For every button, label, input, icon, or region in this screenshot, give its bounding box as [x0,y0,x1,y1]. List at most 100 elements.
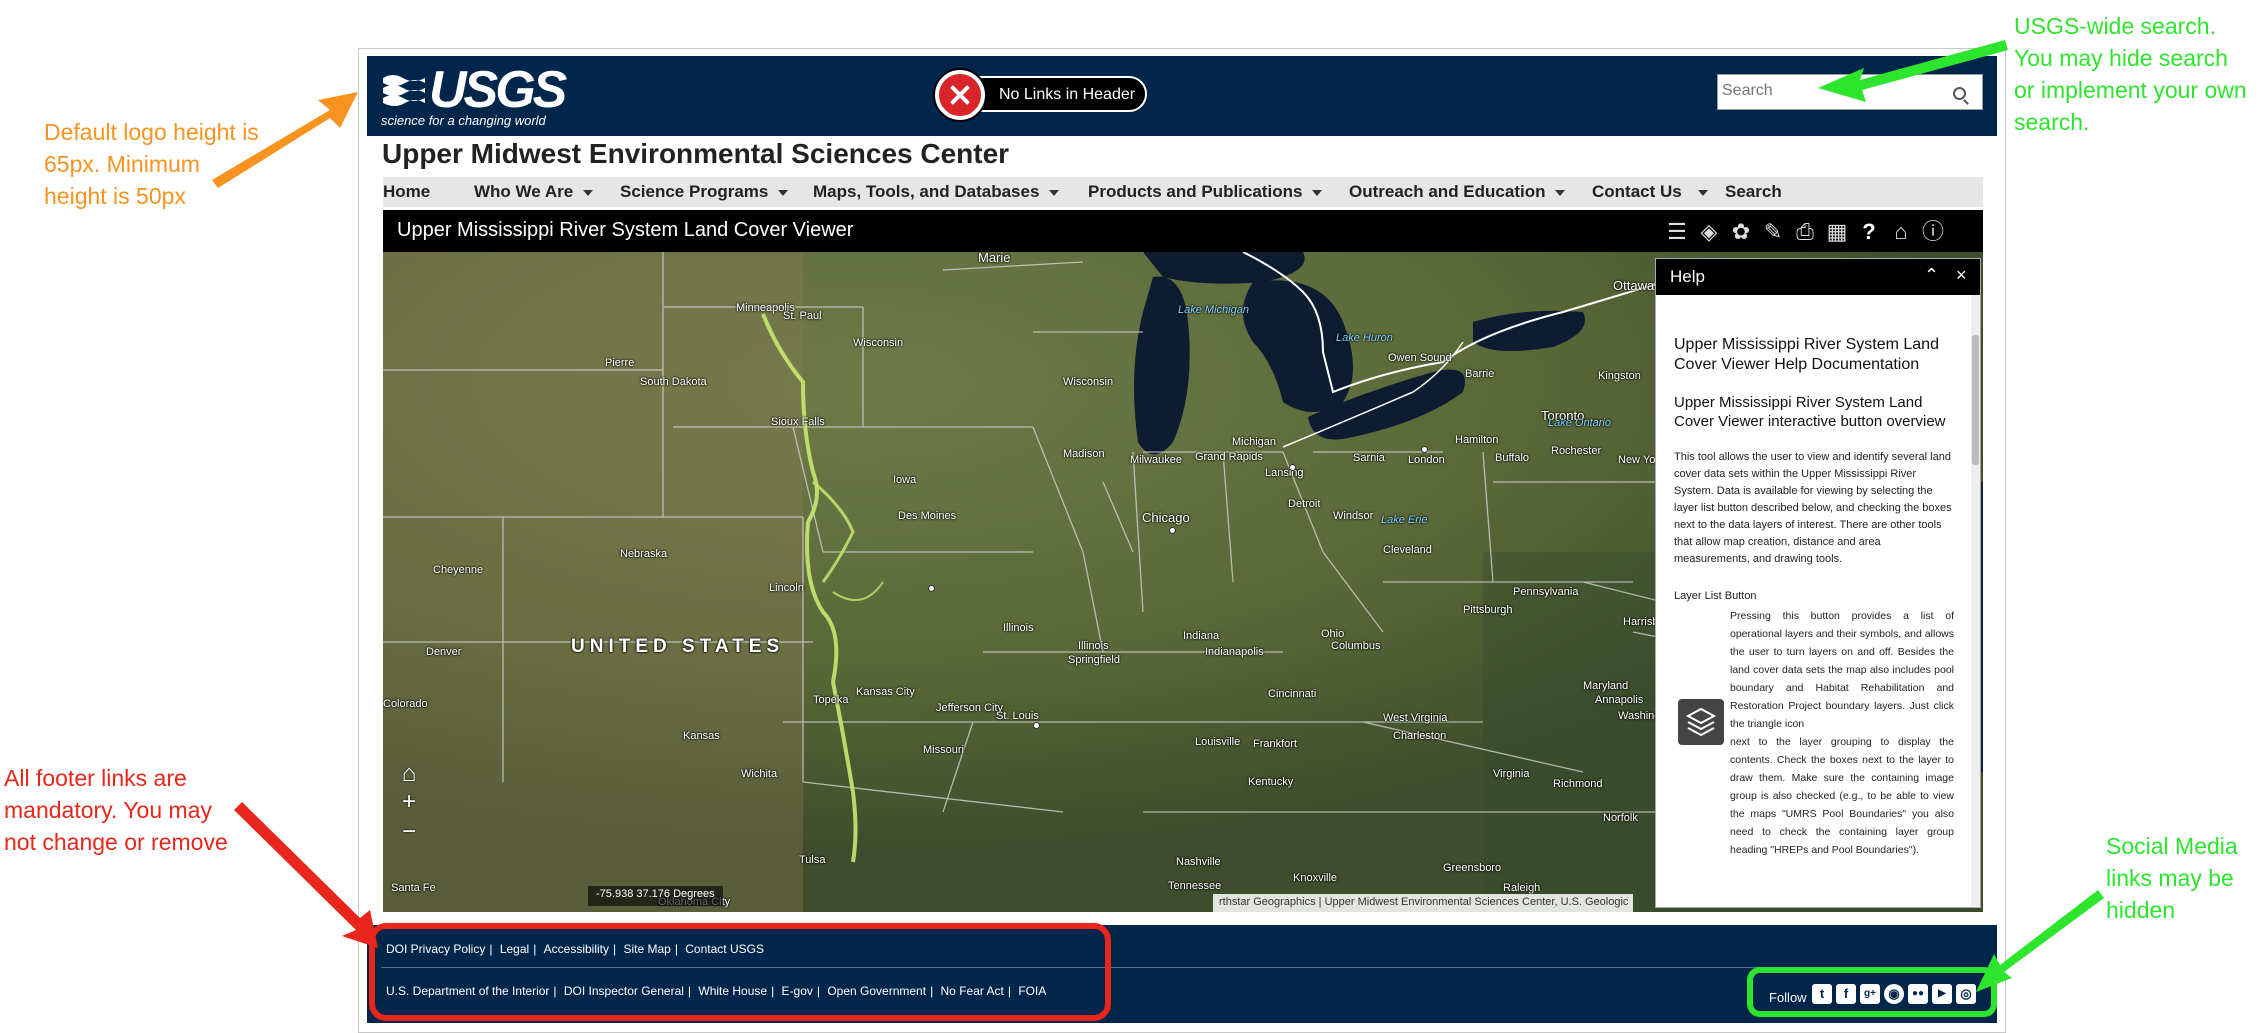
home-icon[interactable]: ⌂ [397,760,421,788]
help-content: Upper Mississippi River System Land Cove… [1656,295,1972,907]
place-label: Windsor [1333,510,1374,522]
footer-link[interactable]: Accessibility [544,942,609,956]
close-icon[interactable]: × [1956,265,1967,286]
place-label: Michigan [1232,436,1277,448]
footer-link[interactable]: E-gov [782,984,813,998]
place-label: Jefferson City [936,702,1004,714]
flickr-icon[interactable]: ●● [1908,984,1928,1004]
place-label: South Dakota [640,376,707,388]
nav-outreach[interactable]: Outreach and Education [1349,182,1566,202]
place-label: Illinois [1078,640,1109,652]
nav-products[interactable]: Products and Publications [1088,182,1323,202]
layers-icon[interactable]: ◈ [1695,218,1723,246]
note-line: search. [2014,109,2090,135]
place-label: Frankfort [1253,738,1298,750]
info-icon[interactable]: ⓘ [1919,218,1947,246]
footer-link[interactable]: DOI Inspector General [564,984,684,998]
place-label: Columbus [1331,640,1381,652]
place-label: Missouri [923,744,964,756]
place-label: London [1408,454,1445,466]
instagram-icon[interactable]: ◎ [1956,984,1976,1004]
nav-search[interactable]: Search [1725,182,1782,202]
place-label: Nebraska [620,548,668,560]
place-label: Indianapolis [1205,646,1264,658]
place-label: Richmond [1553,778,1603,790]
facebook-icon[interactable]: f [1836,984,1856,1004]
city-marker [1289,464,1296,471]
usgs-search [1717,74,1983,110]
place-label: Kingston [1598,370,1641,382]
help-panel-header: Help ⌃ × [1656,259,1980,295]
place-label: Owen Sound [1388,352,1452,364]
place-label: Kansas City [856,686,915,698]
usgs-logo[interactable]: USGS science for a changing world [381,64,567,128]
chevron-down-icon [1555,189,1566,196]
chevron-down-icon [1697,189,1708,196]
place-label: Ohio [1321,628,1345,640]
logo-tagline: science for a changing world [381,113,546,128]
search-icon[interactable] [1953,87,1966,100]
search-input[interactable] [1718,75,1938,107]
help-heading: Upper Mississippi River System Land Cove… [1674,336,1939,373]
help-scrollbar[interactable] [1971,295,1980,907]
place-label: Knoxville [1293,872,1338,884]
footer-link[interactable]: Site Map [623,942,670,956]
help-icon[interactable]: ? [1855,218,1883,246]
site-title: Upper Midwest Environmental Sciences Cen… [382,138,1010,169]
place-label: Detroit [1288,498,1321,510]
help-intro: This tool allows the user to view and id… [1674,451,1952,565]
chevron-down-icon [1049,189,1060,196]
nav-home[interactable]: Home [383,182,430,202]
footer-link[interactable]: White House [698,984,767,998]
search-note: USGS-wide search. You may hide search or… [2014,10,2247,138]
footer-link[interactable]: Open Government [827,984,926,998]
place-label: Iowa [893,474,917,486]
footer-link[interactable]: FOIA [1018,984,1046,998]
place-label: Annapolis [1595,694,1644,706]
follow-label: Follow [1769,990,1807,1005]
nav-maps-tools[interactable]: Maps, Tools, and Databases [813,182,1060,202]
google-plus-icon[interactable]: g+ [1860,984,1880,1004]
place-label: Charleston [1393,730,1447,742]
ruler-icon[interactable]: ✎ [1759,218,1787,246]
place-label: Wichita [741,768,778,780]
twitter-icon[interactable]: t [1812,984,1832,1004]
note-line: USGS-wide search. [2014,13,2216,39]
footer-link[interactable]: Contact USGS [685,942,764,956]
footer-link[interactable]: Legal [500,942,529,956]
place-label: Des Moines [898,510,957,522]
logo-word: USGS [429,61,567,119]
footer-link[interactable]: U.S. Department of the Interior [386,984,549,998]
place-label: Topeka [813,694,849,706]
logo-height-note: Default logo height is 65px. Minimum hei… [44,116,259,212]
collapse-up-icon[interactable]: ⌃ [1924,265,1939,286]
chevron-down-icon [778,189,789,196]
usgs-header: USGS science for a changing world No Lin… [367,56,1997,136]
nav-science-programs[interactable]: Science Programs [620,182,789,202]
print-icon[interactable]: ⎙ [1791,218,1819,246]
social-links-note: Social Media links may be hidden [2106,830,2238,926]
footer-link[interactable]: DOI Privacy Policy [386,942,485,956]
place-label: Springfield [1068,654,1120,666]
zoom-in-button[interactable]: + [397,788,421,816]
note-line: All footer links are [4,765,187,791]
place-label: Grand Rapids [1195,451,1263,463]
app-header-bar: Upper Mississippi River System Land Cove… [383,210,1983,252]
footer-link[interactable]: No Fear Act [941,984,1004,998]
place-label: Santa Fe [391,882,436,894]
place-label: Madison [1063,448,1105,460]
education-icon[interactable]: ⌂ [1887,218,1915,246]
github-icon[interactable]: ◉ [1884,984,1904,1004]
map-attribution: rthstar Geographics | Upper Midwest Envi… [1213,894,1633,912]
place-label: Hamilton [1455,434,1499,446]
palette-icon[interactable]: ✿ [1727,218,1755,246]
nav-who-we-are[interactable]: Who We Are [474,182,594,202]
country-label: UNITED STATES [571,636,785,657]
zoom-out-button[interactable]: − [397,818,421,846]
basemap-grid-icon[interactable]: ▦ [1823,218,1851,246]
nav-contact[interactable]: Contact Us [1592,182,1708,202]
youtube-icon[interactable]: ▶ [1932,984,1952,1004]
layer-list-icon[interactable]: ☰ [1663,218,1691,246]
place-label: New Yo [1618,454,1656,466]
place-label: Cheyenne [433,564,484,576]
